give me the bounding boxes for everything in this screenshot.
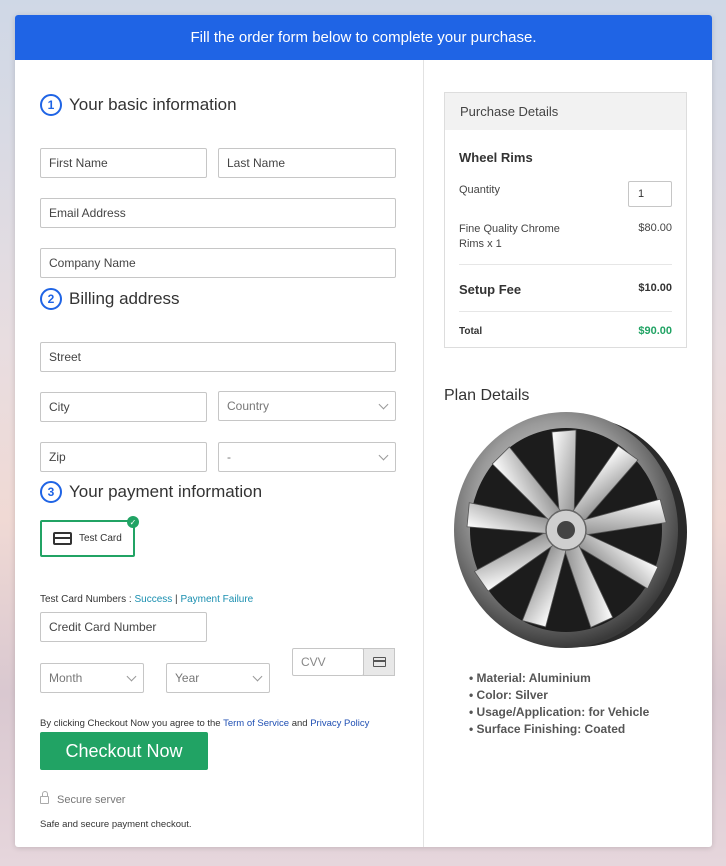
- section-payment: 3 Your payment information: [40, 481, 262, 503]
- privacy-policy-link[interactable]: Privacy Policy: [310, 718, 369, 729]
- divider: [459, 311, 672, 312]
- company-field[interactable]: Company Name: [40, 248, 396, 278]
- bullet-finishing: Surface Finishing: Coated: [469, 721, 649, 738]
- total-label: Total: [459, 326, 483, 337]
- test-card-label: Test Card: [79, 533, 122, 544]
- last-name-field[interactable]: Last Name: [218, 148, 396, 178]
- section-title: Your payment information: [69, 482, 263, 501]
- section-billing: 2 Billing address: [40, 288, 180, 310]
- lock-icon: [40, 791, 49, 804]
- card-icon: [372, 657, 386, 667]
- zip-field[interactable]: Zip: [40, 442, 207, 472]
- divider: [459, 264, 672, 265]
- placeholder: First Name: [49, 156, 108, 170]
- order-card: Fill the order form below to complete yo…: [15, 15, 712, 847]
- year-select[interactable]: Year: [166, 663, 270, 693]
- quantity-input[interactable]: 1: [628, 181, 672, 207]
- secure-label: Secure server: [57, 794, 126, 806]
- plan-details-title: Plan Details: [444, 387, 530, 404]
- top-banner: Fill the order form below to complete yo…: [15, 15, 712, 60]
- item-description: Fine Quality Chrome Rims x 1: [459, 222, 560, 252]
- chevron-down-icon: [378, 450, 389, 460]
- purchase-details-header: Purchase Details: [445, 93, 686, 130]
- plan-bullets: Material: Aluminium Color: Silver Usage/…: [469, 670, 650, 738]
- selected-value: Country: [227, 399, 270, 413]
- setup-fee-label: Setup Fee: [459, 282, 522, 297]
- test-card-option[interactable]: Test Card ✓: [40, 516, 139, 557]
- order-form: 1 Your basic information First Name Last…: [15, 60, 423, 847]
- setup-fee-price: $10.00: [638, 282, 672, 294]
- selected-value: Month: [49, 671, 83, 685]
- first-name-field[interactable]: First Name: [40, 148, 207, 178]
- bullet-color: Color: Silver: [469, 687, 649, 704]
- section-title: Billing address: [69, 289, 180, 308]
- placeholder: Company Name: [49, 256, 136, 270]
- bullet-usage: Usage/Application: for Vehicle: [469, 704, 650, 721]
- test-numbers-label: Test Card Numbers :: [40, 594, 135, 605]
- chevron-down-icon: [378, 399, 389, 409]
- test-card-numbers: Test Card Numbers : Success | Payment Fa…: [40, 594, 253, 605]
- email-field[interactable]: Email Address: [40, 198, 396, 228]
- placeholder: Zip: [49, 450, 66, 464]
- placeholder: Street: [49, 350, 82, 364]
- chevron-down-icon: [252, 671, 263, 681]
- section-title: Your basic information: [69, 95, 237, 114]
- summary-panel: Purchase Details Wheel Rims Quantity 1 F…: [424, 60, 712, 847]
- placeholder: Email Address: [49, 206, 126, 220]
- country-select[interactable]: Country: [218, 391, 396, 421]
- purchase-details: Purchase Details Wheel Rims Quantity 1 F…: [444, 92, 687, 348]
- banner-text: Fill the order form below to complete yo…: [190, 29, 537, 46]
- secure-note: Safe and secure payment checkout.: [40, 819, 192, 830]
- credit-card-icon: [53, 532, 72, 545]
- step-number-3: 3: [40, 481, 62, 503]
- cvv-field[interactable]: CVV: [292, 648, 364, 676]
- success-link[interactable]: Success: [134, 594, 172, 605]
- step-number-2: 2: [40, 288, 62, 310]
- cvv-help-button[interactable]: [363, 648, 395, 676]
- total-price: $90.00: [638, 325, 672, 337]
- selected-value: Year: [175, 671, 200, 685]
- item-line-2: Rims x 1: [459, 238, 502, 250]
- section-basic-info: 1 Your basic information: [40, 94, 237, 116]
- selected-value: -: [227, 450, 231, 464]
- quantity-label: Quantity: [459, 184, 500, 196]
- city-field[interactable]: City: [40, 392, 207, 422]
- wheel-rim-image: [454, 412, 687, 648]
- month-select[interactable]: Month: [40, 663, 144, 693]
- checkout-button[interactable]: Checkout Now: [40, 732, 208, 770]
- secure-server: Secure server: [40, 791, 126, 806]
- payment-failure-link[interactable]: Payment Failure: [180, 594, 253, 605]
- check-icon: ✓: [127, 516, 139, 528]
- placeholder: Credit Card Number: [49, 620, 157, 634]
- credit-card-field[interactable]: Credit Card Number: [40, 612, 207, 642]
- street-field[interactable]: Street: [40, 342, 396, 372]
- placeholder: CVV: [301, 655, 326, 669]
- state-select[interactable]: -: [218, 442, 396, 472]
- terms-prefix: By clicking Checkout Now you agree to th…: [40, 718, 224, 729]
- chevron-down-icon: [126, 671, 137, 681]
- step-number-1: 1: [40, 94, 62, 116]
- terms-and: and: [289, 718, 311, 729]
- item-price: $80.00: [638, 222, 672, 234]
- placeholder: Last Name: [227, 156, 286, 170]
- terms-of-service-link[interactable]: Term of Service: [223, 718, 289, 729]
- placeholder: City: [49, 400, 70, 414]
- item-line-1: Fine Quality Chrome: [459, 223, 560, 235]
- product-name: Wheel Rims: [459, 150, 533, 165]
- bullet-material: Material: Aluminium: [469, 670, 649, 687]
- terms-text: By clicking Checkout Now you agree to th…: [40, 718, 369, 729]
